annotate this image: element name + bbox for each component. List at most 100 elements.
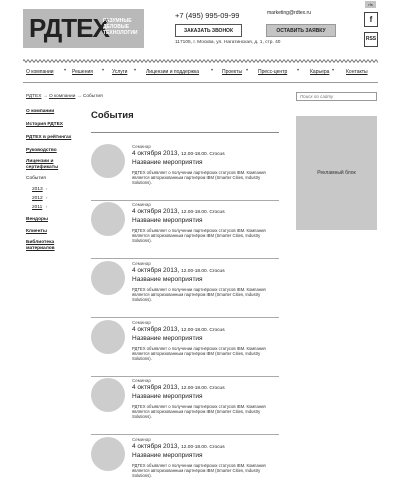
sidebar-item-library[interactable]: Библиотека материалов <box>26 240 71 251</box>
event-date-main: 4 октября 2013, <box>132 267 180 274</box>
nav-bullet: • <box>332 68 335 74</box>
event-time-place: 12.00-18.00. Crocus <box>181 210 225 215</box>
event-date: 4 октября 2013, 12.00-18.00. Crocus <box>132 326 225 333</box>
event-date: 4 октября 2013, 12.00-18.00. Crocus <box>132 150 225 157</box>
event-divider <box>91 434 279 435</box>
page-title: События <box>91 110 134 121</box>
breadcrumb-section[interactable]: О компании <box>49 94 75 99</box>
rss-icon[interactable]: RSS <box>364 32 378 47</box>
sidebar-item-vendors[interactable]: Вендоры <box>26 217 48 222</box>
title-divider <box>91 132 279 133</box>
event-date-main: 4 октября 2013, <box>132 443 180 450</box>
arrow-icon: › <box>46 186 48 191</box>
event-title[interactable]: Название мероприятия <box>132 217 203 224</box>
nav-item-career[interactable]: Карьера <box>310 69 329 75</box>
address: 117105, г. Москва, ул. Нагатинская, д. 1… <box>175 40 281 45</box>
breadcrumb: РДТЕХ → О компании → События <box>26 94 103 99</box>
event-divider <box>91 317 279 318</box>
nav-item-solutions[interactable]: Решения <box>72 69 93 75</box>
sidebar-subitem-2011[interactable]: 2011 <box>32 205 42 210</box>
event-time-place: 12.00-18.00. Crocus <box>181 152 225 157</box>
nav-item-contacts[interactable]: Контакты <box>346 69 368 75</box>
arrow-icon: › <box>46 204 48 209</box>
event-type: Семинар <box>132 378 151 383</box>
company-logo[interactable]: РДТЕХ РАЗУМНЫЕ ДЕЛОВЫЕ ТЕХНОЛОГИИ <box>23 9 144 48</box>
leave-request-button[interactable]: ОСТАВИТЬ ЗАЯВКУ <box>266 24 336 37</box>
breadcrumb-separator: → <box>42 94 48 99</box>
sidebar-subitem-2012[interactable]: 2012 <box>32 196 43 201</box>
event-description: РДТЕХ объявляет о получении партнёрских … <box>132 170 266 185</box>
breadcrumb-current: События <box>82 94 103 99</box>
event-date-main: 4 октября 2013, <box>132 208 180 215</box>
nav-bullet: • <box>64 68 67 74</box>
event-title[interactable]: Название мероприятия <box>132 335 203 342</box>
event-image[interactable] <box>91 320 125 354</box>
rfs-badge[interactable]: rfs <box>365 1 376 8</box>
nav-bullet: • <box>211 68 214 74</box>
nav-bullet: • <box>246 68 249 74</box>
event-title[interactable]: Название мероприятия <box>132 276 203 283</box>
event-date: 4 октября 2013, 12.00-18.00. Crocus <box>132 267 225 274</box>
sidebar-item-about[interactable]: О компании <box>26 109 54 114</box>
event-image[interactable] <box>91 437 125 471</box>
ad-banner[interactable]: Рекламный блок <box>296 116 377 230</box>
nav-bullet: • <box>297 68 300 74</box>
nav-item-projects[interactable]: Проекты <box>222 69 242 75</box>
search-input[interactable] <box>296 92 377 101</box>
phone-number: +7 (495) 995-09-99 <box>175 11 240 20</box>
event-description: РДТЕХ объявляет о получении партнёрских … <box>132 404 266 419</box>
event-type: Семинар <box>132 320 151 325</box>
event-time-place: 12.00-18.00. Crocus <box>181 328 225 333</box>
event-time-place: 12.00-18.00. Crocus <box>181 386 225 391</box>
event-type: Семинар <box>132 144 151 149</box>
event-image[interactable] <box>91 144 125 178</box>
wave-divider <box>23 59 378 63</box>
event-description: РДТЕХ объявляет о получении партнёрских … <box>132 228 266 243</box>
breadcrumb-home[interactable]: РДТЕХ <box>26 94 41 99</box>
event-divider <box>91 258 279 259</box>
event-type: Семинар <box>132 261 151 266</box>
nav-bullet: • <box>134 68 137 74</box>
sidebar-item-management[interactable]: Руководство <box>26 148 57 153</box>
event-title[interactable]: Название мероприятия <box>132 452 203 459</box>
event-date: 4 октября 2013, 12.00-18.00. Crocus <box>132 443 225 450</box>
sidebar-item-clients[interactable]: Клиенты <box>26 229 47 234</box>
event-type: Семинар <box>132 437 151 442</box>
event-time-place: 12.00-18.00. Crocus <box>181 269 225 274</box>
event-image[interactable] <box>91 261 125 295</box>
sidebar-item-events: События <box>26 176 46 181</box>
nav-item-licenses[interactable]: Лицензии и поддержка <box>146 69 199 75</box>
breadcrumb-separator: → <box>76 94 82 99</box>
order-call-button[interactable]: ЗАКАЗАТЬ ЗВОНОК <box>175 24 242 37</box>
event-date-main: 4 октября 2013, <box>132 326 180 333</box>
event-date: 4 октября 2013, 12.00-18.00. Crocus <box>132 384 225 391</box>
sidebar-item-licenses[interactable]: Лицензии и сертификаты <box>26 159 76 170</box>
event-description: РДТЕХ объявляет о получении партнёрских … <box>132 463 266 478</box>
event-time-place: 12.00-18.00. Crocus <box>181 445 225 450</box>
event-type: Семинар <box>132 202 151 207</box>
event-date-main: 4 октября 2013, <box>132 384 180 391</box>
nav-item-services[interactable]: Услуги <box>112 69 127 75</box>
event-date: 4 октября 2013, 12.00-18.00. Crocus <box>132 208 225 215</box>
email-link[interactable]: marketing@rdtex.ru <box>267 10 311 16</box>
event-description: РДТЕХ объявляет о получении партнёрских … <box>132 346 266 361</box>
arrow-icon: › <box>46 195 48 200</box>
event-description: РДТЕХ объявляет о получении партнёрских … <box>132 287 266 302</box>
nav-divider <box>23 82 378 83</box>
event-image[interactable] <box>91 202 125 236</box>
event-date-main: 4 октября 2013, <box>132 150 180 157</box>
nav-item-press[interactable]: Пресс-центр <box>258 69 287 75</box>
sidebar-subitem-2013[interactable]: 2013 <box>32 187 43 192</box>
event-image[interactable] <box>91 378 125 412</box>
event-title[interactable]: Название мероприятия <box>132 393 203 400</box>
nav-bullet: • <box>102 68 105 74</box>
nav-item-about[interactable]: О компании <box>26 69 54 75</box>
logo-word: РДТЕХ <box>29 13 110 43</box>
facebook-icon[interactable]: f <box>364 12 378 27</box>
event-title[interactable]: Название мероприятия <box>132 159 203 166</box>
main-nav: О компании • Решения • Услуги • Лицензии… <box>26 68 378 79</box>
event-divider <box>91 376 279 377</box>
sidebar-item-ratings[interactable]: РДТЕХ в рейтингах <box>26 135 71 140</box>
logo-tagline: РАЗУМНЫЕ ДЕЛОВЫЕ ТЕХНОЛОГИИ <box>103 18 138 36</box>
sidebar-item-history[interactable]: История РДТЕХ <box>26 122 63 127</box>
